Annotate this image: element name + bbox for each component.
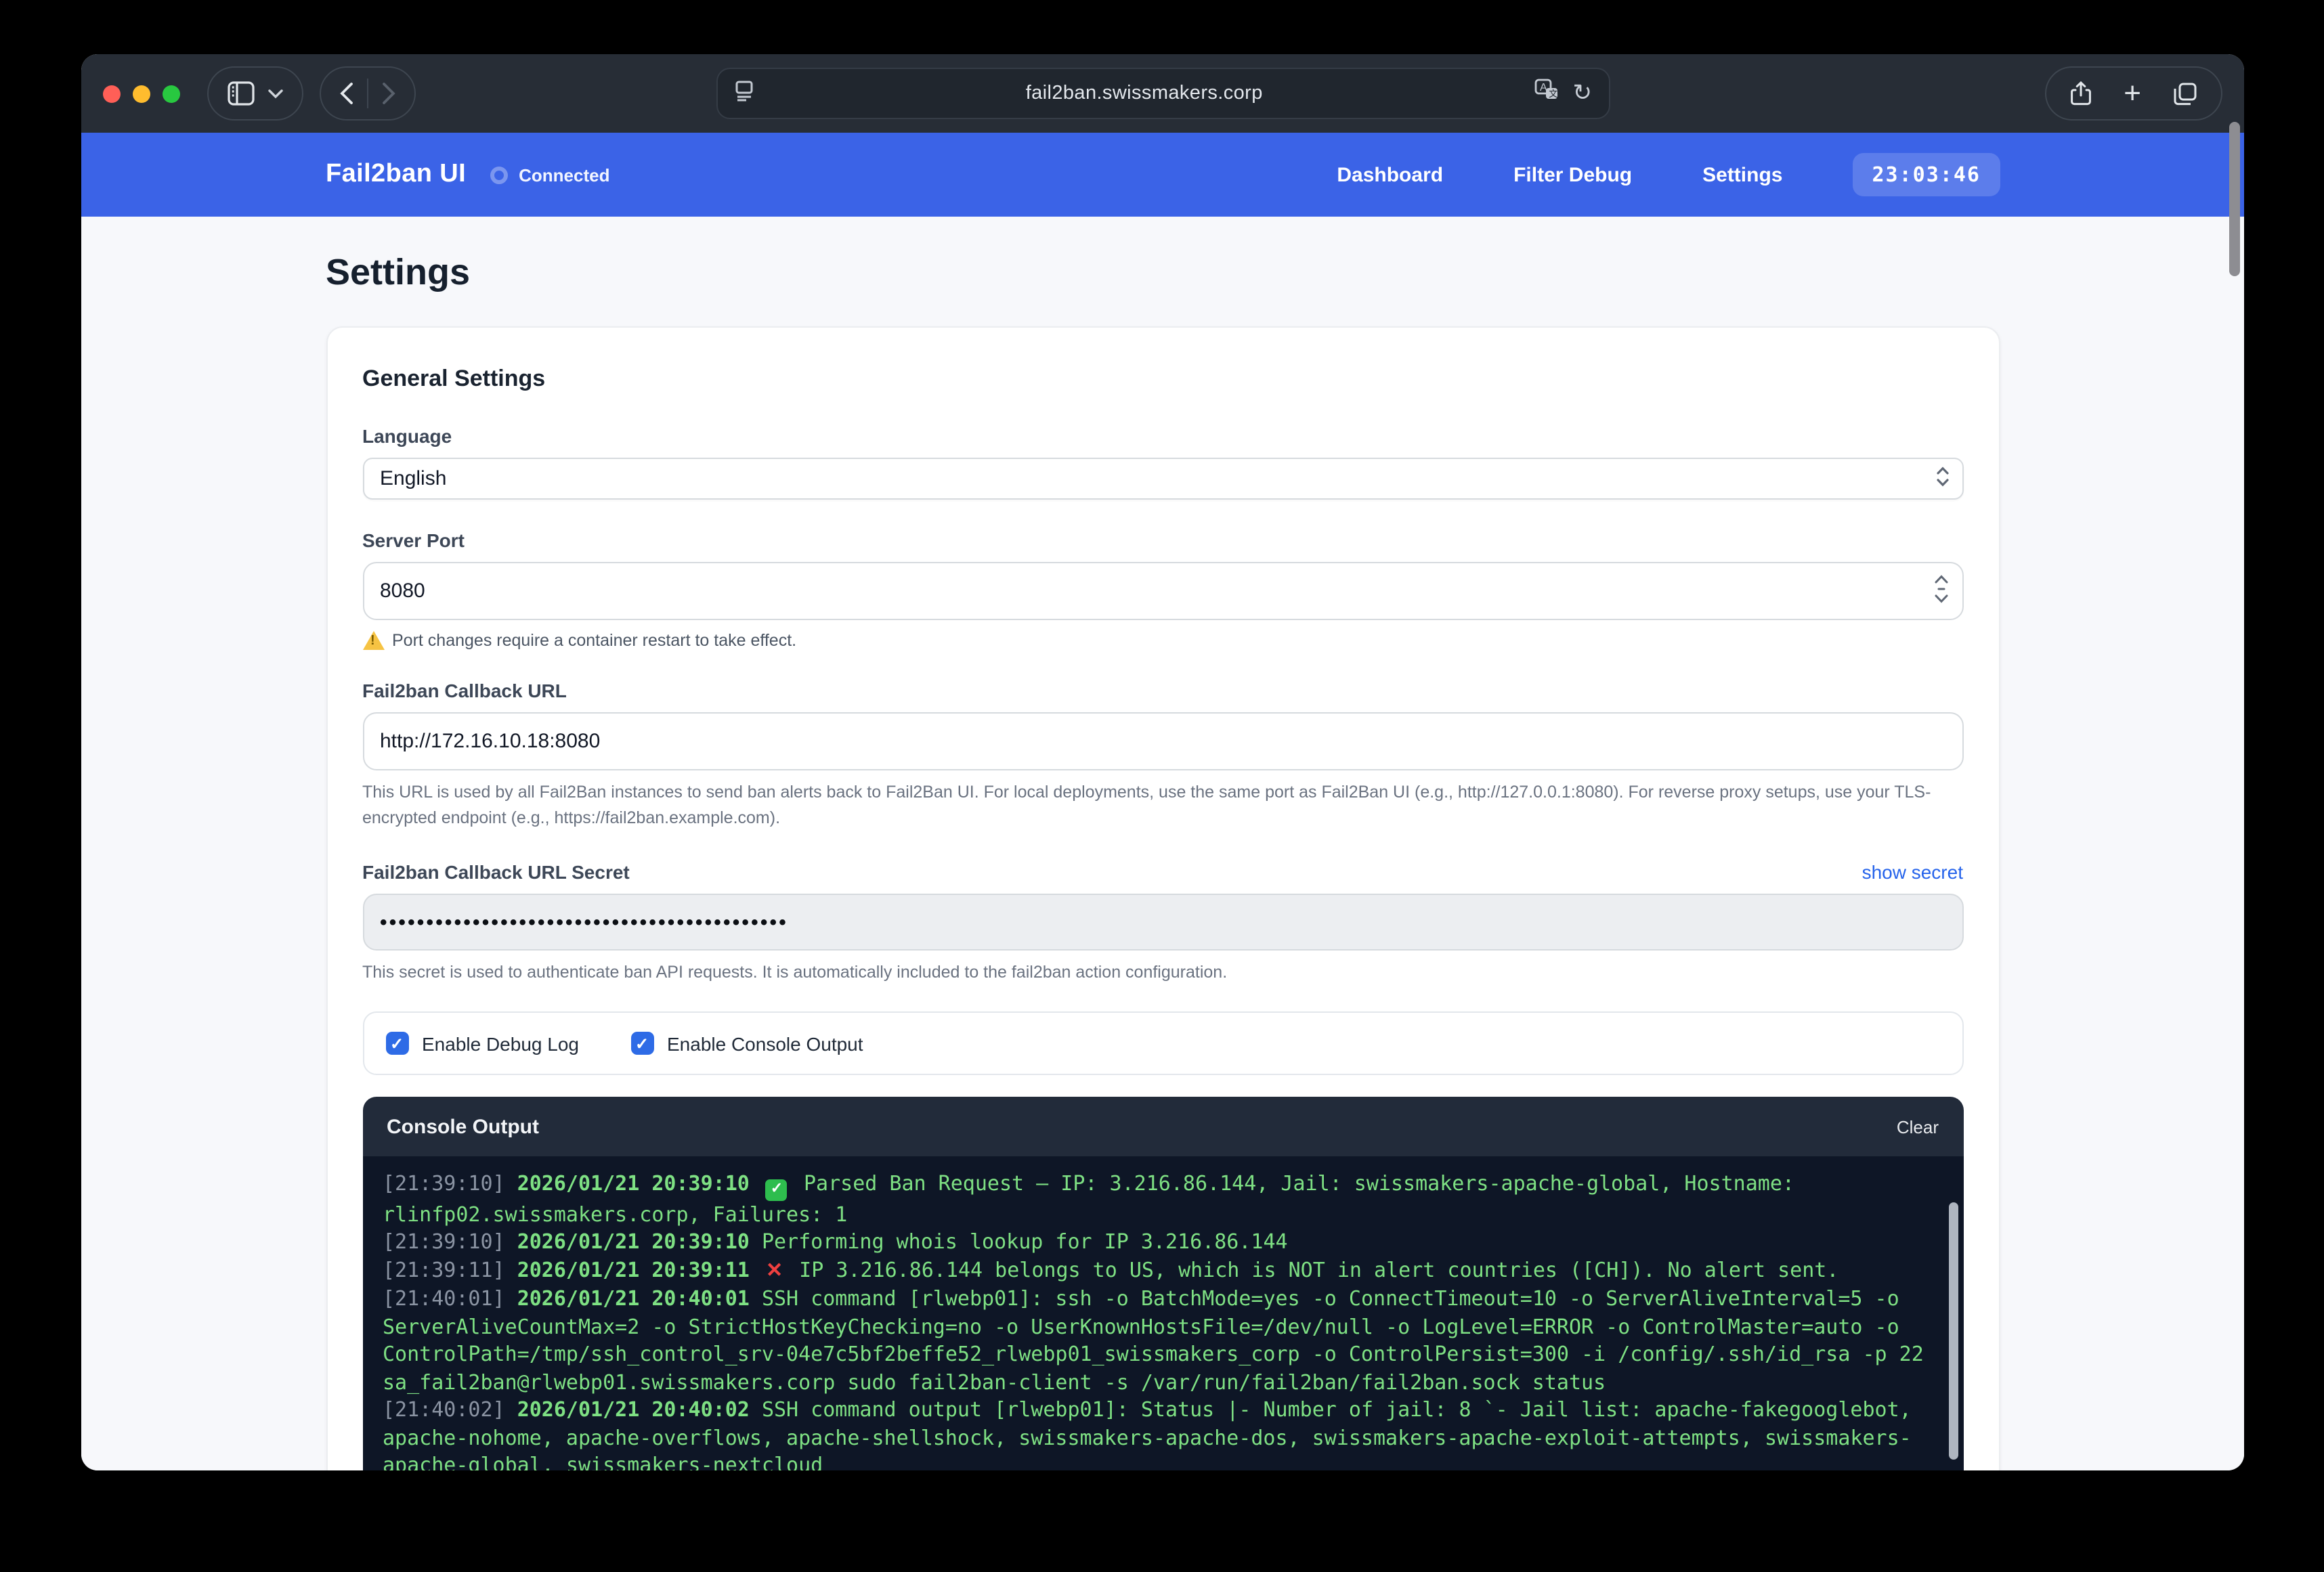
callback-url-label: Fail2ban Callback URL — [362, 680, 1963, 701]
log-local-timestamp: [21:40:01] — [383, 1286, 517, 1311]
language-label: Language — [362, 425, 1963, 447]
port-warning-text: Port changes require a container restart… — [392, 631, 796, 650]
console-line: [21:40:01] 2026/01/21 20:40:01 SSH comma… — [383, 1285, 1931, 1396]
server-port-value: 8080 — [380, 580, 425, 603]
zoom-window-button[interactable] — [163, 85, 180, 102]
forward-button[interactable] — [382, 83, 395, 104]
console-log[interactable]: [21:39:10] 2026/01/21 20:39:10 ✓ Parsed … — [362, 1157, 1963, 1471]
log-datetime: 2026/01/21 20:39:10 — [517, 1229, 762, 1254]
address-bar[interactable]: fail2ban.swissmakers.corp A 文 ↻ — [716, 68, 1610, 119]
desktop: fail2ban.swissmakers.corp A 文 ↻ — [0, 0, 2324, 1572]
log-local-timestamp: [21:40:02] — [383, 1397, 517, 1422]
chevron-down-icon[interactable] — [268, 89, 283, 98]
page-body: Settings General Settings Language Engli… — [81, 217, 2244, 1470]
console-line: [21:39:10] 2026/01/21 20:39:10 ✓ Parsed … — [383, 1171, 1931, 1229]
clock-badge: 23:03:46 — [1853, 153, 2000, 196]
new-tab-icon[interactable]: + — [2124, 79, 2141, 108]
connection-status-label: Connected — [519, 165, 609, 185]
toolbar-right-group: + — [2045, 66, 2222, 121]
toggle-label: Enable Debug Log — [422, 1033, 579, 1055]
toggle-enable-debug-log[interactable]: ✓ Enable Debug Log — [385, 1032, 579, 1055]
connection-status: Connected — [490, 165, 609, 185]
secret-label: Fail2ban Callback URL Secret — [362, 860, 630, 882]
toggle-enable-console-output[interactable]: ✓ Enable Console Output — [630, 1032, 863, 1055]
page-title: Settings — [326, 252, 2000, 294]
traffic-lights — [103, 85, 180, 102]
server-port-input[interactable]: 8080 — [362, 562, 1963, 620]
general-settings-card: General Settings Language English Server… — [326, 326, 2000, 1470]
number-stepper-icon[interactable] — [1933, 573, 1948, 609]
browser-window: fail2ban.swissmakers.corp A 文 ↻ — [81, 54, 2244, 1470]
log-datetime: 2026/01/21 20:40:02 — [517, 1397, 762, 1422]
console-line: [21:39:11] 2026/01/21 20:39:11 ✕ IP 3.21… — [383, 1256, 1931, 1285]
console-header: Console Output Clear — [362, 1097, 1963, 1157]
sidebar-toggle-group — [207, 66, 303, 121]
reader-view-icon[interactable] — [733, 79, 754, 108]
console-line: [21:39:10] 2026/01/21 20:39:10 Performin… — [383, 1228, 1931, 1256]
svg-text:文: 文 — [1549, 89, 1558, 99]
show-secret-link[interactable]: show secret — [1862, 860, 1963, 882]
callback-url-helper: This URL is used by all Fail2Ban instanc… — [362, 780, 1963, 831]
warning-icon — [362, 631, 384, 650]
secret-input[interactable]: ••••••••••••••••••••••••••••••••••••••••… — [362, 893, 1963, 950]
toggle-label: Enable Console Output — [667, 1033, 863, 1055]
back-button[interactable] — [340, 83, 353, 104]
browser-toolbar: fail2ban.swissmakers.corp A 文 ↻ — [81, 54, 2244, 133]
callback-url-input[interactable]: http://172.16.10.18:8080 — [362, 712, 1963, 770]
page-scrollbar-thumb[interactable] — [2229, 122, 2240, 276]
log-message: Performing whois lookup for IP 3.216.86.… — [762, 1229, 1288, 1254]
app-navbar: Fail2ban UI Connected Dashboard Filter D… — [81, 133, 2244, 217]
log-local-timestamp: [21:39:10] — [383, 1229, 517, 1254]
tab-overview-icon[interactable] — [2174, 82, 2197, 105]
secret-masked-value: ••••••••••••••••••••••••••••••••••••••••… — [380, 911, 788, 934]
check-icon: ✓ — [766, 1179, 788, 1200]
console-line: [21:40:02] 2026/01/21 20:40:02 SSH comma… — [383, 1396, 1931, 1470]
share-icon[interactable] — [2071, 81, 2091, 106]
nav-link-settings[interactable]: Settings — [1702, 163, 1782, 186]
connected-indicator-icon — [490, 166, 508, 183]
reload-icon[interactable]: ↻ — [1573, 80, 1593, 107]
console-scrollbar-thumb[interactable] — [1948, 1203, 1958, 1460]
server-port-label: Server Port — [362, 529, 1963, 551]
url-text[interactable]: fail2ban.swissmakers.corp — [754, 83, 1535, 104]
select-updown-icon — [1936, 466, 1948, 492]
language-select[interactable]: English — [362, 458, 1963, 500]
checkbox-checked-icon[interactable]: ✓ — [630, 1032, 653, 1055]
checkbox-checked-icon[interactable]: ✓ — [385, 1032, 408, 1055]
log-local-timestamp: [21:39:10] — [383, 1172, 517, 1196]
console-clear-button[interactable]: Clear — [1897, 1117, 1939, 1137]
history-nav-group — [320, 66, 416, 121]
log-message: IP 3.216.86.144 belongs to US, which is … — [799, 1257, 1838, 1282]
card-heading: General Settings — [362, 366, 1963, 393]
log-local-timestamp: [21:39:11] — [383, 1257, 517, 1282]
language-selected-value: English — [380, 467, 446, 490]
sidebar-icon[interactable] — [228, 81, 255, 106]
secret-helper: This secret is used to authenticate ban … — [362, 959, 1963, 985]
log-datetime: 2026/01/21 20:39:10 — [517, 1172, 762, 1196]
nav-links: Dashboard Filter Debug Settings 23:03:46 — [1337, 153, 2000, 196]
cross-icon: ✕ — [766, 1259, 783, 1282]
translate-icon[interactable]: A 文 — [1535, 79, 1559, 108]
log-datetime: 2026/01/21 20:39:11 — [517, 1257, 762, 1282]
close-window-button[interactable] — [103, 85, 121, 102]
console-title: Console Output — [387, 1116, 539, 1139]
callback-url-value: http://172.16.10.18:8080 — [380, 730, 600, 753]
nav-link-filter-debug[interactable]: Filter Debug — [1513, 163, 1632, 186]
toolbar-divider — [367, 79, 368, 108]
nav-link-dashboard[interactable]: Dashboard — [1337, 163, 1443, 186]
console-panel: Console Output Clear [21:39:10] 2026/01/… — [362, 1097, 1963, 1471]
app-brand: Fail2ban UI — [326, 160, 466, 190]
minimize-window-button[interactable] — [133, 85, 150, 102]
port-warning: Port changes require a container restart… — [362, 631, 1963, 650]
log-datetime: 2026/01/21 20:40:01 — [517, 1286, 762, 1311]
debug-toggles-group: ✓ Enable Debug Log ✓ Enable Console Output — [362, 1012, 1963, 1076]
